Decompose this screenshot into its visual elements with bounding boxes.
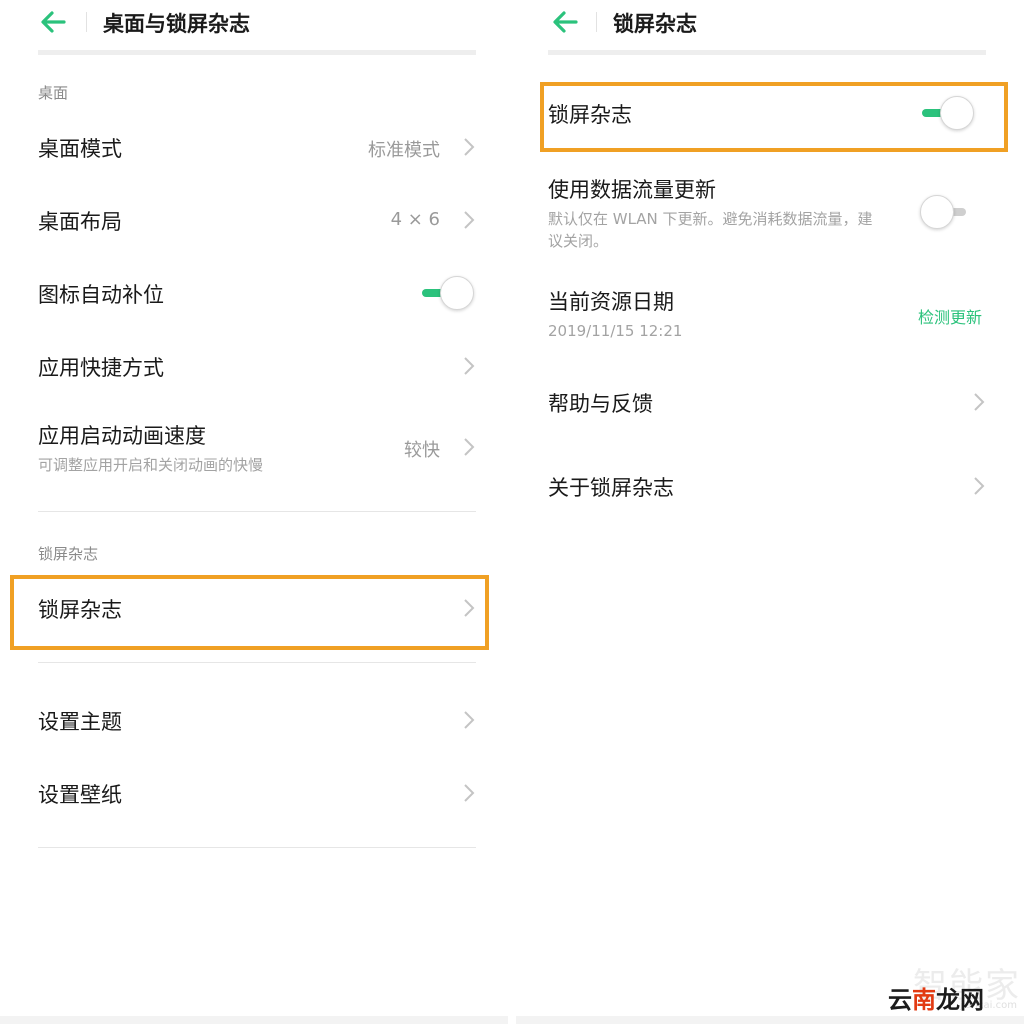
row-resource-date: 当前资源日期 2019/11/15 12:21 检测更新: [512, 282, 1024, 352]
chevron-right-icon: [464, 438, 475, 456]
chevron-right-icon: [974, 477, 985, 495]
chevron-right-icon: [464, 784, 475, 802]
row-title: 设置壁纸: [38, 783, 122, 807]
divider: [38, 511, 476, 512]
row-data-update: 使用数据流量更新 默认仅在 WLAN 下更新。避免消耗数据流量，建 议关闭。: [512, 170, 1024, 256]
toggle-knob: [920, 195, 954, 229]
row-title: 当前资源日期: [548, 290, 674, 314]
check-update-link[interactable]: 检测更新: [918, 304, 982, 328]
lock-magazine-toggle[interactable]: [920, 95, 976, 131]
row-title: 锁屏杂志: [38, 598, 122, 622]
chevron-right-icon: [974, 393, 985, 411]
toggle-knob: [440, 276, 474, 310]
header-bar: [38, 50, 476, 55]
page-title: 锁屏杂志: [613, 12, 697, 36]
row-title: 关于锁屏杂志: [548, 476, 674, 500]
row-about-lock-magazine[interactable]: 关于锁屏杂志: [512, 459, 1024, 513]
row-title: 设置主题: [38, 710, 122, 734]
section-label-desktop: 桌面: [38, 84, 69, 102]
row-title: 桌面模式: [38, 137, 122, 161]
toggle-knob: [940, 96, 974, 130]
row-title: 应用启动动画速度: [38, 424, 206, 448]
row-value: 标准模式: [368, 140, 440, 161]
back-arrow-icon[interactable]: [38, 8, 68, 36]
row-title: 帮助与反馈: [548, 392, 653, 416]
row-icon-auto-fill: 图标自动补位: [0, 266, 512, 320]
chevron-right-icon: [464, 599, 475, 617]
bottom-strip: [516, 1016, 1024, 1024]
row-set-theme[interactable]: 设置主题: [0, 693, 512, 747]
data-update-toggle[interactable]: [920, 194, 976, 230]
row-title: 使用数据流量更新: [548, 178, 716, 202]
page-title: 桌面与锁屏杂志: [103, 12, 250, 36]
header: 锁屏杂志: [512, 0, 1024, 44]
divider: [38, 662, 476, 663]
row-title: 应用快捷方式: [38, 356, 164, 380]
watermark-logo-suffix: 龙网: [936, 986, 984, 1014]
chevron-right-icon: [464, 211, 475, 229]
header-separator: [86, 12, 87, 32]
chevron-right-icon: [464, 138, 475, 156]
row-help-feedback[interactable]: 帮助与反馈: [512, 375, 1024, 429]
section-label-lock-magazine: 锁屏杂志: [38, 545, 99, 563]
row-desktop-mode[interactable]: 桌面模式 标准模式: [0, 120, 512, 174]
row-app-shortcuts[interactable]: 应用快捷方式: [0, 339, 512, 393]
row-title: 图标自动补位: [38, 283, 164, 307]
row-set-wallpaper[interactable]: 设置壁纸: [0, 766, 512, 820]
back-arrow-icon[interactable]: [550, 8, 580, 36]
bottom-strip: [0, 1016, 508, 1024]
row-app-animation-speed[interactable]: 应用启动动画速度 可调整应用开启和关闭动画的快慢 较快: [0, 412, 512, 484]
divider: [38, 847, 476, 848]
row-subtitle: 议关闭。: [548, 232, 609, 250]
header-bar: [548, 50, 986, 55]
resource-date-value: 2019/11/15 12:21: [548, 322, 683, 340]
watermark-logo-highlight: 南: [912, 986, 936, 1014]
watermark-logo: 云南龙网: [888, 980, 984, 1015]
row-subtitle: 默认仅在 WLAN 下更新。避免消耗数据流量，建: [548, 210, 873, 228]
chevron-right-icon: [464, 357, 475, 375]
row-lock-magazine-toggle: 锁屏杂志: [512, 88, 1024, 146]
row-desktop-layout[interactable]: 桌面布局 4 × 6: [0, 193, 512, 247]
row-value: 4 × 6: [390, 209, 440, 230]
row-subtitle: 可调整应用开启和关闭动画的快慢: [38, 456, 264, 474]
header: 桌面与锁屏杂志: [0, 0, 512, 44]
header-separator: [596, 12, 597, 32]
left-panel-desktop-lock-settings: 桌面与锁屏杂志 桌面 桌面模式 标准模式 桌面布局 4 × 6 图标自动补位 应…: [0, 0, 512, 1024]
watermark-logo-prefix: 云: [888, 986, 912, 1014]
icon-auto-fill-toggle[interactable]: [420, 275, 476, 311]
row-lock-magazine[interactable]: 锁屏杂志: [0, 580, 512, 636]
row-title: 锁屏杂志: [548, 103, 632, 127]
right-panel-lock-magazine: 锁屏杂志 锁屏杂志 使用数据流量更新 默认仅在 WLAN 下更新。避免消耗数据流…: [512, 0, 1024, 1024]
row-value: 较快: [404, 440, 440, 461]
chevron-right-icon: [464, 711, 475, 729]
row-title: 桌面布局: [38, 210, 122, 234]
